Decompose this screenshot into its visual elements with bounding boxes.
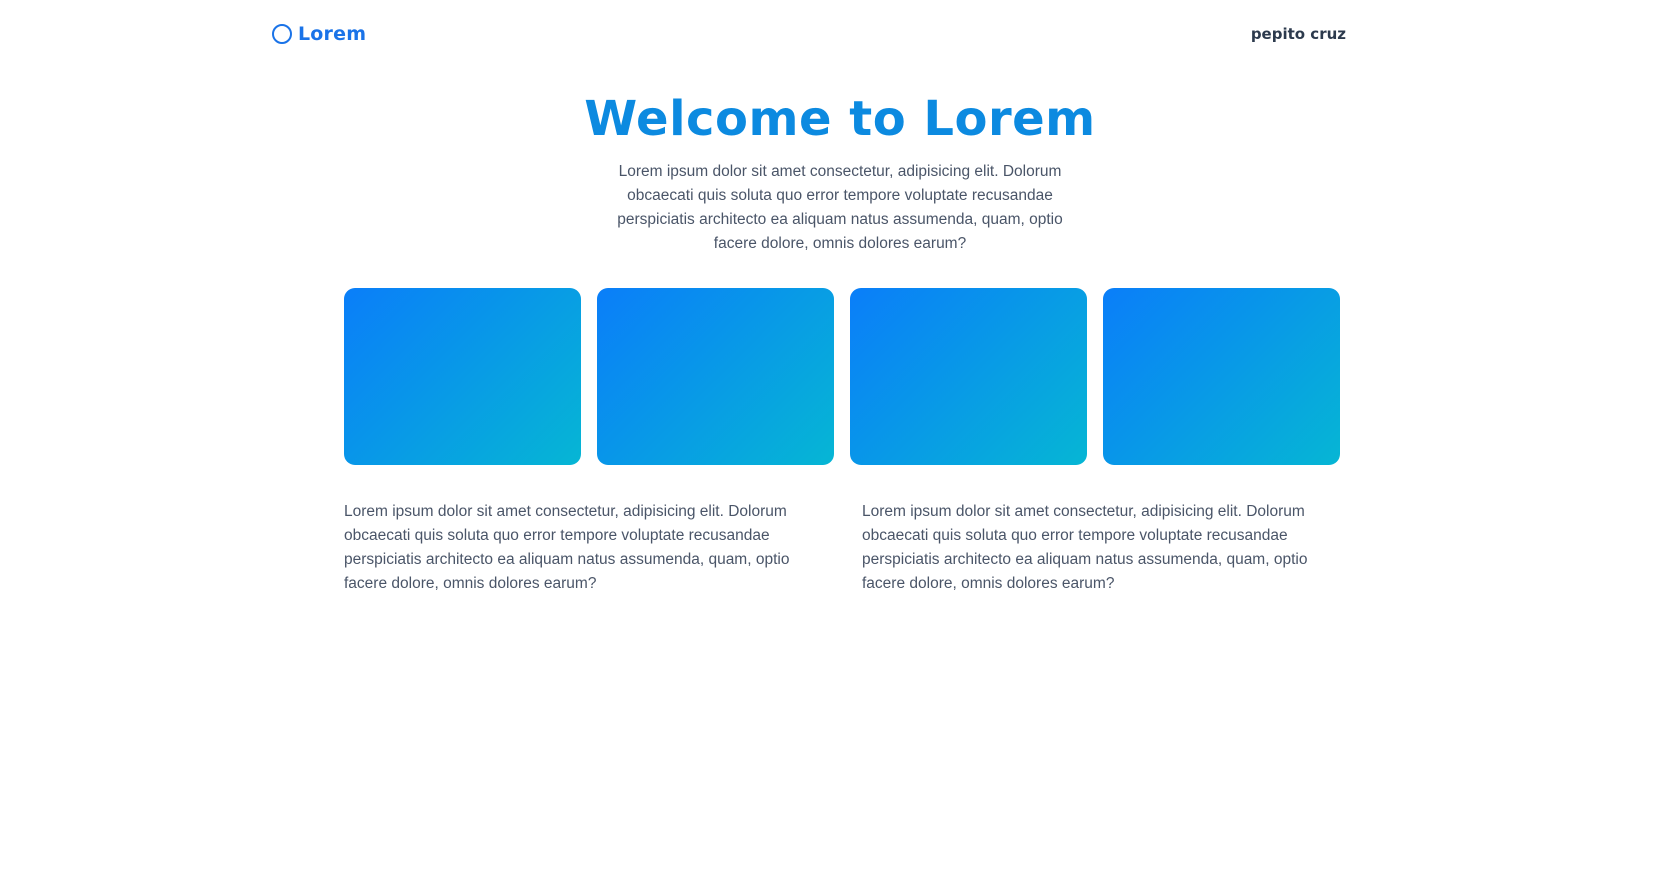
page-title: Welcome to Lorem bbox=[584, 91, 1096, 147]
text-columns: Lorem ipsum dolor sit amet consectetur, … bbox=[344, 500, 1340, 596]
column-text-right: Lorem ipsum dolor sit amet consectetur, … bbox=[862, 503, 1308, 592]
page: Lorem pepito cruz Welcome to Lorem Lorem… bbox=[0, 0, 1680, 871]
gradient-card[interactable] bbox=[1103, 288, 1340, 465]
brand-name: Lorem bbox=[298, 23, 367, 45]
circle-logo-icon bbox=[272, 24, 292, 44]
user-name-link[interactable]: pepito cruz bbox=[1251, 25, 1346, 43]
gradient-card[interactable] bbox=[597, 288, 834, 465]
brand-logo-link[interactable]: Lorem bbox=[272, 23, 366, 45]
top-nav: Lorem pepito cruz bbox=[272, 20, 1346, 48]
gradient-card[interactable] bbox=[344, 288, 581, 465]
hero-section: Welcome to Lorem Lorem ipsum dolor sit a… bbox=[0, 90, 1680, 256]
column-text-left: Lorem ipsum dolor sit amet consectetur, … bbox=[344, 503, 790, 592]
hero-description: Lorem ipsum dolor sit amet consectetur, … bbox=[617, 163, 1063, 252]
gradient-card[interactable] bbox=[850, 288, 1087, 465]
card-row bbox=[344, 288, 1340, 465]
